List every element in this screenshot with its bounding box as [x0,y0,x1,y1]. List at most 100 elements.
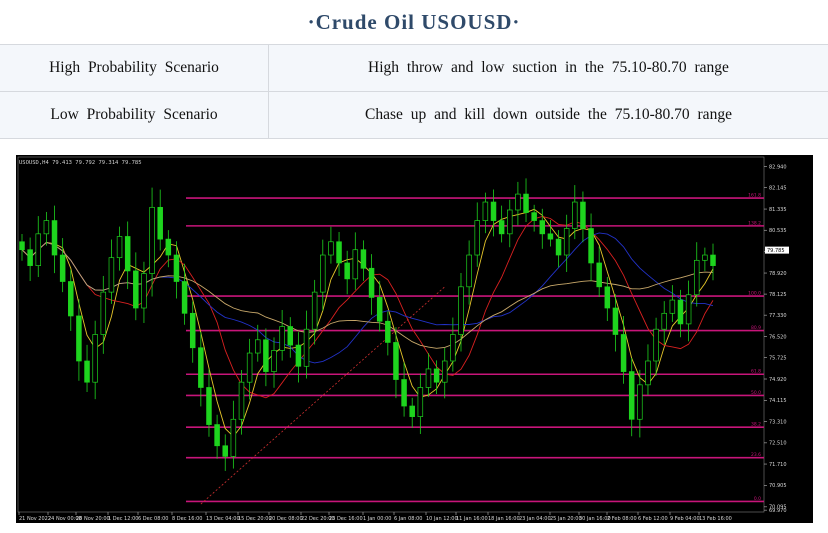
candle-body [230,418,237,457]
scenario-label: Low Probability Scenario [0,91,269,139]
page-title: ·Crude Oil USOUSD· [307,10,521,34]
candle-body [474,220,480,256]
x-tick-label: 23 Jan 04:00 [519,516,551,522]
candle-body [515,193,521,211]
candle-body [628,371,635,420]
candle-body [320,254,326,293]
x-tick-label: 13 Dec 04:00 [206,516,240,522]
level-label: 23.6 [751,452,761,458]
candle-body [376,297,383,322]
y-tick-label: 72.510 [769,441,787,447]
candle-body [482,201,489,221]
candle-body [555,238,562,256]
candle-body [238,381,245,420]
candle-body [189,312,196,349]
y-tick-label: 74.920 [769,377,787,383]
y-tick-label: 81.335 [769,207,787,213]
candle-body [149,206,155,274]
x-tick-label: 6 Jan 08:00 [394,516,422,522]
candle-body [669,299,676,314]
candle-body [51,220,58,256]
candle-body [637,384,643,420]
candle-body [360,249,367,269]
candle-body [279,326,285,351]
candle-body [108,257,115,293]
y-tick-label: 74.115 [769,398,787,404]
x-tick-label: 21 Nov 2022 [19,516,51,522]
candle-body [645,360,651,386]
candle-body [141,273,147,309]
candle-body [677,299,684,325]
candle-body [157,206,163,240]
candle-body [417,387,424,417]
price-chart[interactable]: 161.8 138.2 100.0 80.9 61.8 50.0 38.2 23.6 0.0 8… [16,155,813,523]
level-label: 100.0 [748,291,761,297]
y-tick-label: 77.330 [769,313,787,319]
x-tick-label: 20 Dec 08:00 [269,516,303,522]
candle-body [604,286,611,309]
candle-body [84,360,90,383]
candle-body [580,201,586,229]
candle-body [328,241,334,256]
candle-body [441,360,448,383]
candle-body [588,228,594,264]
candle-body [653,328,659,362]
candle-body [181,281,188,314]
x-tick-label: 10 Jan 12:00 [426,516,458,522]
x-tick-label: 15 Dec 20:00 [238,516,272,522]
candle-body [222,445,228,457]
x-tick-label: 18 Jan 16:00 [488,516,520,522]
candle-body [43,220,50,235]
level-label: 0.0 [754,496,761,502]
candle-body [59,254,66,282]
candle-body [401,379,407,407]
candle-body [352,249,359,280]
candle-body [198,347,204,388]
chart-header: USOUSD,H4 79.413 79.792 79.314 79.785 [19,160,142,166]
candle-body [68,281,74,317]
candle-body [490,201,497,221]
candle-body [409,405,415,417]
candle-body [214,424,220,447]
candle-body [336,241,342,264]
candle-body [295,344,302,367]
y-tick-label: 82.940 [769,164,787,170]
candle-body [92,334,98,383]
candle-body [596,262,602,288]
y-tick-label: 78.920 [769,271,787,277]
candle-body [702,254,708,261]
scenario-table: High Probability Scenario High throw and… [0,44,828,139]
y-tick-label: 75.725 [769,355,787,361]
x-tick-label: 25 Jan 20:00 [550,516,582,522]
scenario-description: High throw and low suction in the 75.10-… [268,44,828,92]
candle-body [133,270,139,309]
chart-axes: 82.94082.14581.33580.53579.73578.92078.1… [18,164,789,522]
candle-body [165,238,172,256]
level-label: 61.8 [751,369,761,375]
candle-body [523,193,529,213]
table-row: Low Probability Scenario Chase up and ki… [0,91,828,139]
candle-body [612,307,619,335]
candle-body [76,315,82,362]
candle-body [35,233,42,266]
chart-svg: 161.8 138.2 100.0 80.9 61.8 50.0 38.2 23.6 0.0 8… [17,156,789,522]
x-tick-label: 1 Dec 12:00 [108,516,138,522]
x-tick-label: 23 Dec 16:00 [329,516,363,522]
y-tick-label: 80.535 [769,228,787,234]
candle-body [661,312,667,330]
level-label: 161.8 [748,193,761,199]
x-tick-label: 1 Jan 00:00 [363,516,391,522]
y-tick-label: 76.520 [769,334,787,340]
level-label: 80.9 [751,325,761,331]
candle-body [206,387,212,425]
x-tick-label: 6 Feb 12:00 [638,516,668,522]
candle-body [116,236,123,259]
y-tick-label: 82.145 [769,185,787,191]
candle-body [458,286,464,335]
candle-body [425,368,432,388]
scenario-description: Chase up and kill down outside the 75.10… [268,91,828,139]
x-tick-label: 11 Jan 16:00 [456,516,488,522]
candle-body [27,249,33,266]
candle-body [685,294,692,325]
candle-body [246,352,253,383]
